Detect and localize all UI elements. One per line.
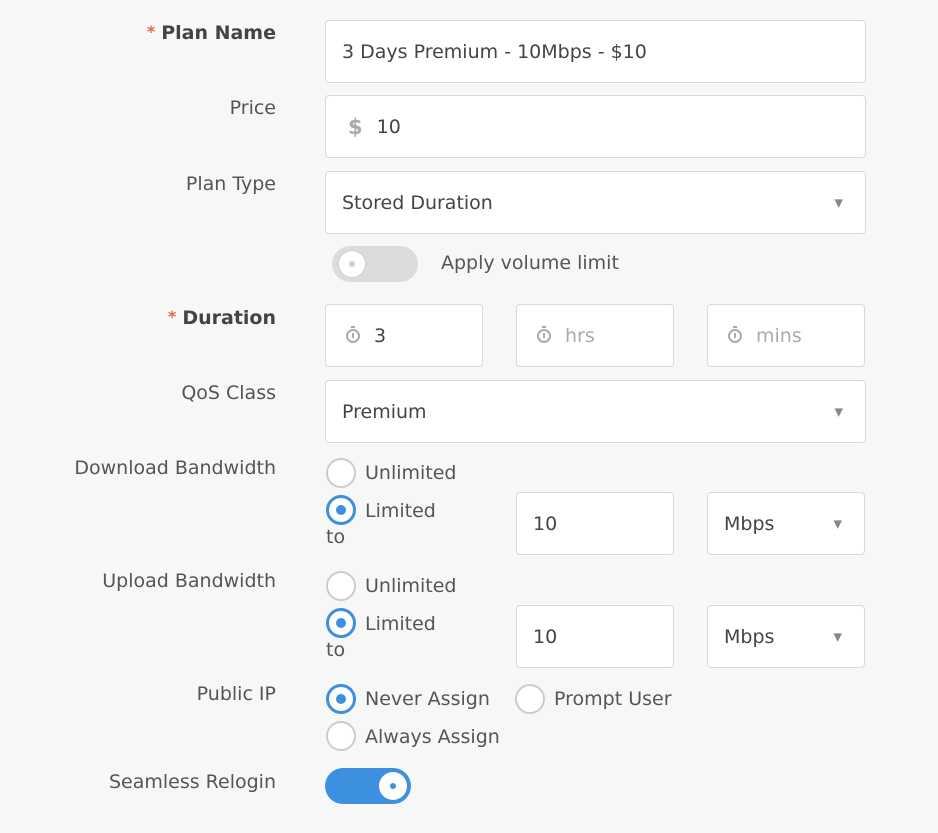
volume-limit-label: Apply volume limit (441, 252, 619, 274)
plan-name-input[interactable]: 3 Days Premium - 10Mbps - $10 (325, 20, 866, 83)
plan-type-label: Plan Type (185, 173, 276, 195)
required-star: * (167, 307, 177, 326)
download-limited-label: Limited (365, 500, 436, 522)
duration-hrs-input[interactable]: hrs (516, 304, 674, 367)
duration-mins-placeholder: mins (756, 324, 802, 347)
toggle-knob (379, 772, 407, 800)
upload-to-label: to (326, 639, 346, 661)
toggle-knob (338, 250, 366, 278)
duration-hrs-placeholder: hrs (565, 324, 595, 347)
qos-class-select[interactable]: Premium ▼ (325, 380, 866, 443)
required-star: * (146, 22, 156, 41)
chevron-down-icon: ▼ (834, 405, 843, 418)
plan-type-select[interactable]: Stored Duration ▼ (325, 171, 866, 234)
upload-bandwidth-value: 10 (533, 625, 558, 648)
volume-limit-toggle[interactable] (332, 246, 418, 282)
upload-unit-value: Mbps (724, 625, 775, 648)
download-bandwidth-input[interactable]: 10 (516, 492, 674, 555)
seamless-relogin-toggle[interactable] (325, 768, 411, 804)
plan-name-value: 3 Days Premium - 10Mbps - $10 (342, 40, 647, 63)
dollar-icon: $ (348, 114, 363, 139)
upload-unlimited-label: Unlimited (365, 575, 457, 597)
public-ip-never-radio[interactable] (326, 684, 356, 714)
upload-limited-radio[interactable] (326, 608, 356, 638)
price-input[interactable]: $ 10 (325, 95, 866, 158)
qos-class-value: Premium (342, 400, 427, 423)
download-unlimited-label: Unlimited (365, 462, 457, 484)
duration-label: * Duration (168, 307, 276, 329)
duration-days-input[interactable]: 3 (325, 304, 483, 367)
seamless-relogin-label: Seamless Relogin (108, 771, 276, 793)
public-ip-label: Public IP (196, 683, 276, 705)
duration-days-value: 3 (374, 324, 387, 347)
price-value: 10 (376, 115, 401, 138)
download-to-label: to (326, 526, 346, 548)
stopwatch-icon (346, 325, 360, 343)
download-limited-radio[interactable] (326, 495, 356, 525)
chevron-down-icon: ▼ (833, 630, 842, 643)
upload-bandwidth-label: Upload Bandwidth (102, 570, 276, 592)
upload-bandwidth-input[interactable]: 10 (516, 605, 674, 668)
download-unit-select[interactable]: Mbps ▼ (707, 492, 865, 555)
public-ip-always-label: Always Assign (365, 726, 500, 748)
chevron-down-icon: ▼ (834, 196, 843, 209)
stopwatch-icon (728, 325, 742, 343)
public-ip-prompt-label: Prompt User (554, 688, 672, 710)
upload-unit-select[interactable]: Mbps ▼ (707, 605, 865, 668)
chevron-down-icon: ▼ (833, 517, 842, 530)
plan-type-value: Stored Duration (342, 191, 493, 214)
plan-name-label-text: Plan Name (161, 22, 276, 44)
download-bandwidth-label: Download Bandwidth (74, 457, 276, 479)
stopwatch-icon (537, 325, 551, 343)
upload-unlimited-radio[interactable] (326, 571, 356, 601)
download-unlimited-radio[interactable] (326, 458, 356, 488)
duration-mins-input[interactable]: mins (707, 304, 865, 367)
public-ip-prompt-radio[interactable] (515, 684, 545, 714)
qos-class-label: QoS Class (181, 382, 276, 404)
price-label: Price (229, 97, 276, 119)
upload-limited-label: Limited (365, 613, 436, 635)
duration-label-text: Duration (182, 307, 276, 329)
download-unit-value: Mbps (724, 512, 775, 535)
download-bandwidth-value: 10 (533, 512, 558, 535)
plan-name-label: * Plan Name (147, 22, 276, 44)
public-ip-always-radio[interactable] (326, 721, 356, 751)
public-ip-never-label: Never Assign (365, 688, 490, 710)
